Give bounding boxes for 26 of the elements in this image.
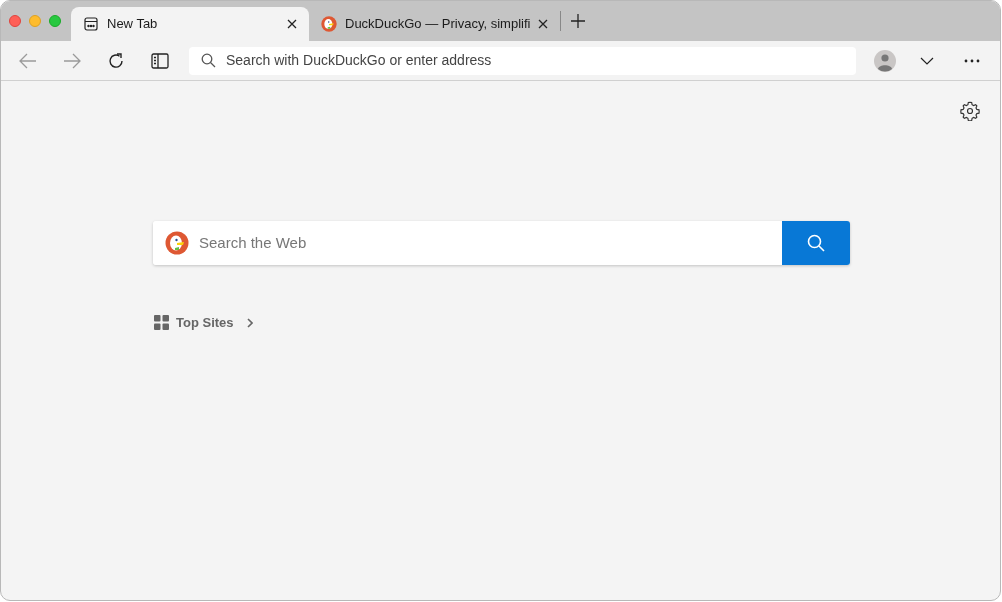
close-icon[interactable] (287, 19, 297, 29)
duck-logo-icon (321, 16, 337, 32)
browser-tab[interactable]: DuckDuckGo — Privacy, simplifi (309, 7, 561, 41)
chevron-right-icon (246, 317, 253, 328)
top-sites-toggle[interactable]: Top Sites (154, 313, 253, 333)
more-menu-icon[interactable] (964, 58, 980, 63)
settings-icon[interactable] (960, 101, 980, 121)
close-icon[interactable] (538, 19, 549, 29)
web-search-input[interactable]: Search the Web (199, 231, 770, 255)
reload-icon[interactable] (107, 51, 125, 70)
new-tab-icon[interactable] (570, 13, 587, 29)
back-arrow-icon[interactable] (19, 52, 37, 69)
forward-arrow-icon[interactable] (63, 52, 81, 69)
duck-logo-icon (165, 231, 189, 255)
web-search-field[interactable]: Search the Web (153, 221, 782, 265)
tab-title: DuckDuckGo — Privacy, simplifi (345, 15, 531, 34)
search-icon (807, 234, 825, 252)
tab-title: New Tab (107, 15, 159, 34)
address-bar[interactable]: Search with DuckDuckGo or enter address (189, 46, 856, 75)
browser-tab[interactable]: New Tab (71, 7, 309, 41)
profile-avatar-icon[interactable] (874, 49, 896, 72)
new-tab-page-icon (83, 16, 99, 32)
search-icon (201, 53, 216, 68)
chevron-down-icon[interactable] (920, 56, 934, 65)
sidebar-icon[interactable] (151, 52, 169, 69)
grid-icon (154, 315, 169, 331)
